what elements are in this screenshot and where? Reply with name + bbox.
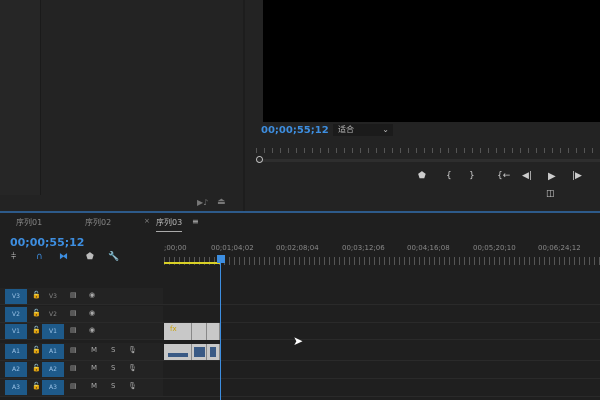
sync-lock-icon[interactable]: ▤ (70, 326, 77, 334)
eye-icon[interactable]: ◉ (89, 326, 95, 334)
source-patch[interactable]: A2 (42, 362, 64, 377)
track-v2: V2 🔓 V2 ▤ ◉ (0, 306, 600, 323)
lock-icon[interactable]: 🔓 (32, 382, 41, 390)
mute-button[interactable]: M (91, 382, 97, 390)
track-target[interactable]: A3 (5, 380, 27, 395)
playhead-handle[interactable] (217, 255, 225, 263)
track-a3: A3 🔓 A3 ▤ M S 🎙 (0, 379, 600, 397)
source-patch[interactable]: V2 (42, 307, 64, 322)
tab-sequence-03[interactable]: 序列03 (156, 217, 183, 232)
timeline-timecode[interactable]: 00;00;55;12 (10, 236, 84, 249)
video-clip[interactable]: fx (164, 323, 192, 340)
track-target[interactable]: V2 (5, 307, 27, 322)
close-tab-icon[interactable]: × (144, 217, 150, 225)
add-marker-icon[interactable]: ⬟ (86, 252, 94, 262)
solo-button[interactable]: S (111, 364, 115, 372)
track-a2: A2 🔓 A2 ▤ M S 🎙 (0, 361, 600, 379)
fit-select-value: 适合 (338, 125, 354, 134)
source-patch[interactable]: V3 (42, 289, 64, 304)
source-inner-panel (0, 0, 41, 195)
track-v3: V3 🔓 V3 ▤ ◉ (0, 288, 600, 305)
track-target[interactable]: A2 (5, 362, 27, 377)
tab-sequence-01[interactable]: 序列01 (16, 217, 42, 228)
lock-icon[interactable]: 🔓 (32, 326, 41, 334)
mute-button[interactable]: M (91, 346, 97, 354)
video-clip[interactable] (207, 323, 220, 340)
program-video (263, 0, 600, 122)
lock-icon[interactable]: 🔓 (32, 309, 41, 317)
ruler-label: 00;06;24;12 (538, 244, 581, 252)
nest-sequence-icon[interactable]: ⫩ (11, 252, 16, 262)
insert-icon[interactable]: ▶♪ (197, 198, 208, 207)
track-target[interactable]: V1 (5, 324, 27, 339)
track-target[interactable]: A1 (5, 344, 27, 359)
mark-out-button[interactable]: } (469, 171, 475, 181)
export-icon[interactable]: ⏏ (217, 197, 226, 207)
play-button[interactable]: ▶ (548, 171, 556, 182)
ruler-label: ;00;00 (164, 244, 187, 252)
microphone-icon[interactable]: 🎙 (128, 364, 137, 372)
program-timecode[interactable]: 00;00;55;12 (261, 125, 329, 136)
ruler-label: 00;03;12;06 (342, 244, 385, 252)
solo-button[interactable]: S (111, 382, 115, 390)
add-marker-button[interactable]: ⬟ (418, 171, 426, 181)
lock-icon[interactable]: 🔓 (32, 346, 41, 354)
sync-lock-icon[interactable]: ▤ (70, 309, 77, 317)
scrub-handle[interactable] (256, 156, 263, 163)
lock-icon[interactable]: 🔓 (32, 364, 41, 372)
sync-lock-icon[interactable]: ▤ (70, 291, 77, 299)
ruler-label: 00;01;04;02 (211, 244, 254, 252)
microphone-icon[interactable]: 🎙 (128, 346, 137, 354)
source-patch[interactable]: V1 (42, 324, 64, 339)
ruler-label: 00;05;20;10 (473, 244, 516, 252)
go-to-in-button[interactable]: {← (497, 171, 510, 181)
sync-lock-icon[interactable]: ▤ (70, 382, 77, 390)
mute-button[interactable]: M (91, 364, 97, 372)
chevron-down-icon: ⌄ (382, 125, 389, 134)
sync-lock-icon[interactable]: ▤ (70, 346, 77, 354)
work-area-bar[interactable] (164, 262, 220, 264)
program-scrub-bar[interactable] (256, 148, 600, 162)
eye-icon[interactable]: ◉ (89, 309, 95, 317)
snap-icon[interactable]: ∩ (36, 252, 43, 262)
audio-clip[interactable] (192, 344, 207, 360)
solo-button[interactable]: S (111, 346, 115, 354)
fit-select[interactable]: 适合 ⌄ (333, 124, 393, 136)
ruler-label: 00;02;08;04 (276, 244, 319, 252)
mark-in-button[interactable]: { (446, 171, 452, 181)
audio-clip[interactable] (207, 344, 220, 360)
track-target[interactable]: V3 (5, 289, 27, 304)
panel-menu-icon[interactable]: ≡ (192, 217, 199, 226)
tab-sequence-02[interactable]: 序列02 (85, 217, 111, 228)
eye-icon[interactable]: ◉ (89, 291, 95, 299)
source-patch[interactable]: A1 (42, 344, 64, 359)
fx-badge: fx (170, 325, 177, 333)
time-ruler[interactable] (164, 257, 600, 265)
source-patch[interactable]: A3 (42, 380, 64, 395)
sync-lock-icon[interactable]: ▤ (70, 364, 77, 372)
compare-view-button[interactable]: ◫ (546, 189, 555, 199)
video-clip[interactable] (192, 323, 207, 340)
mouse-cursor-icon: ➤ (293, 334, 304, 348)
step-back-button[interactable]: ◀| (522, 171, 532, 181)
linked-selection-icon[interactable]: ⧓ (59, 252, 68, 262)
step-forward-button[interactable]: |▶ (572, 171, 582, 181)
microphone-icon[interactable]: 🎙 (128, 382, 137, 390)
audio-clip[interactable] (164, 344, 192, 360)
wrench-icon[interactable]: 🔧 (108, 252, 119, 262)
ruler-label: 00;04;16;08 (407, 244, 450, 252)
playhead-line[interactable] (220, 263, 221, 400)
lock-icon[interactable]: 🔓 (32, 291, 41, 299)
